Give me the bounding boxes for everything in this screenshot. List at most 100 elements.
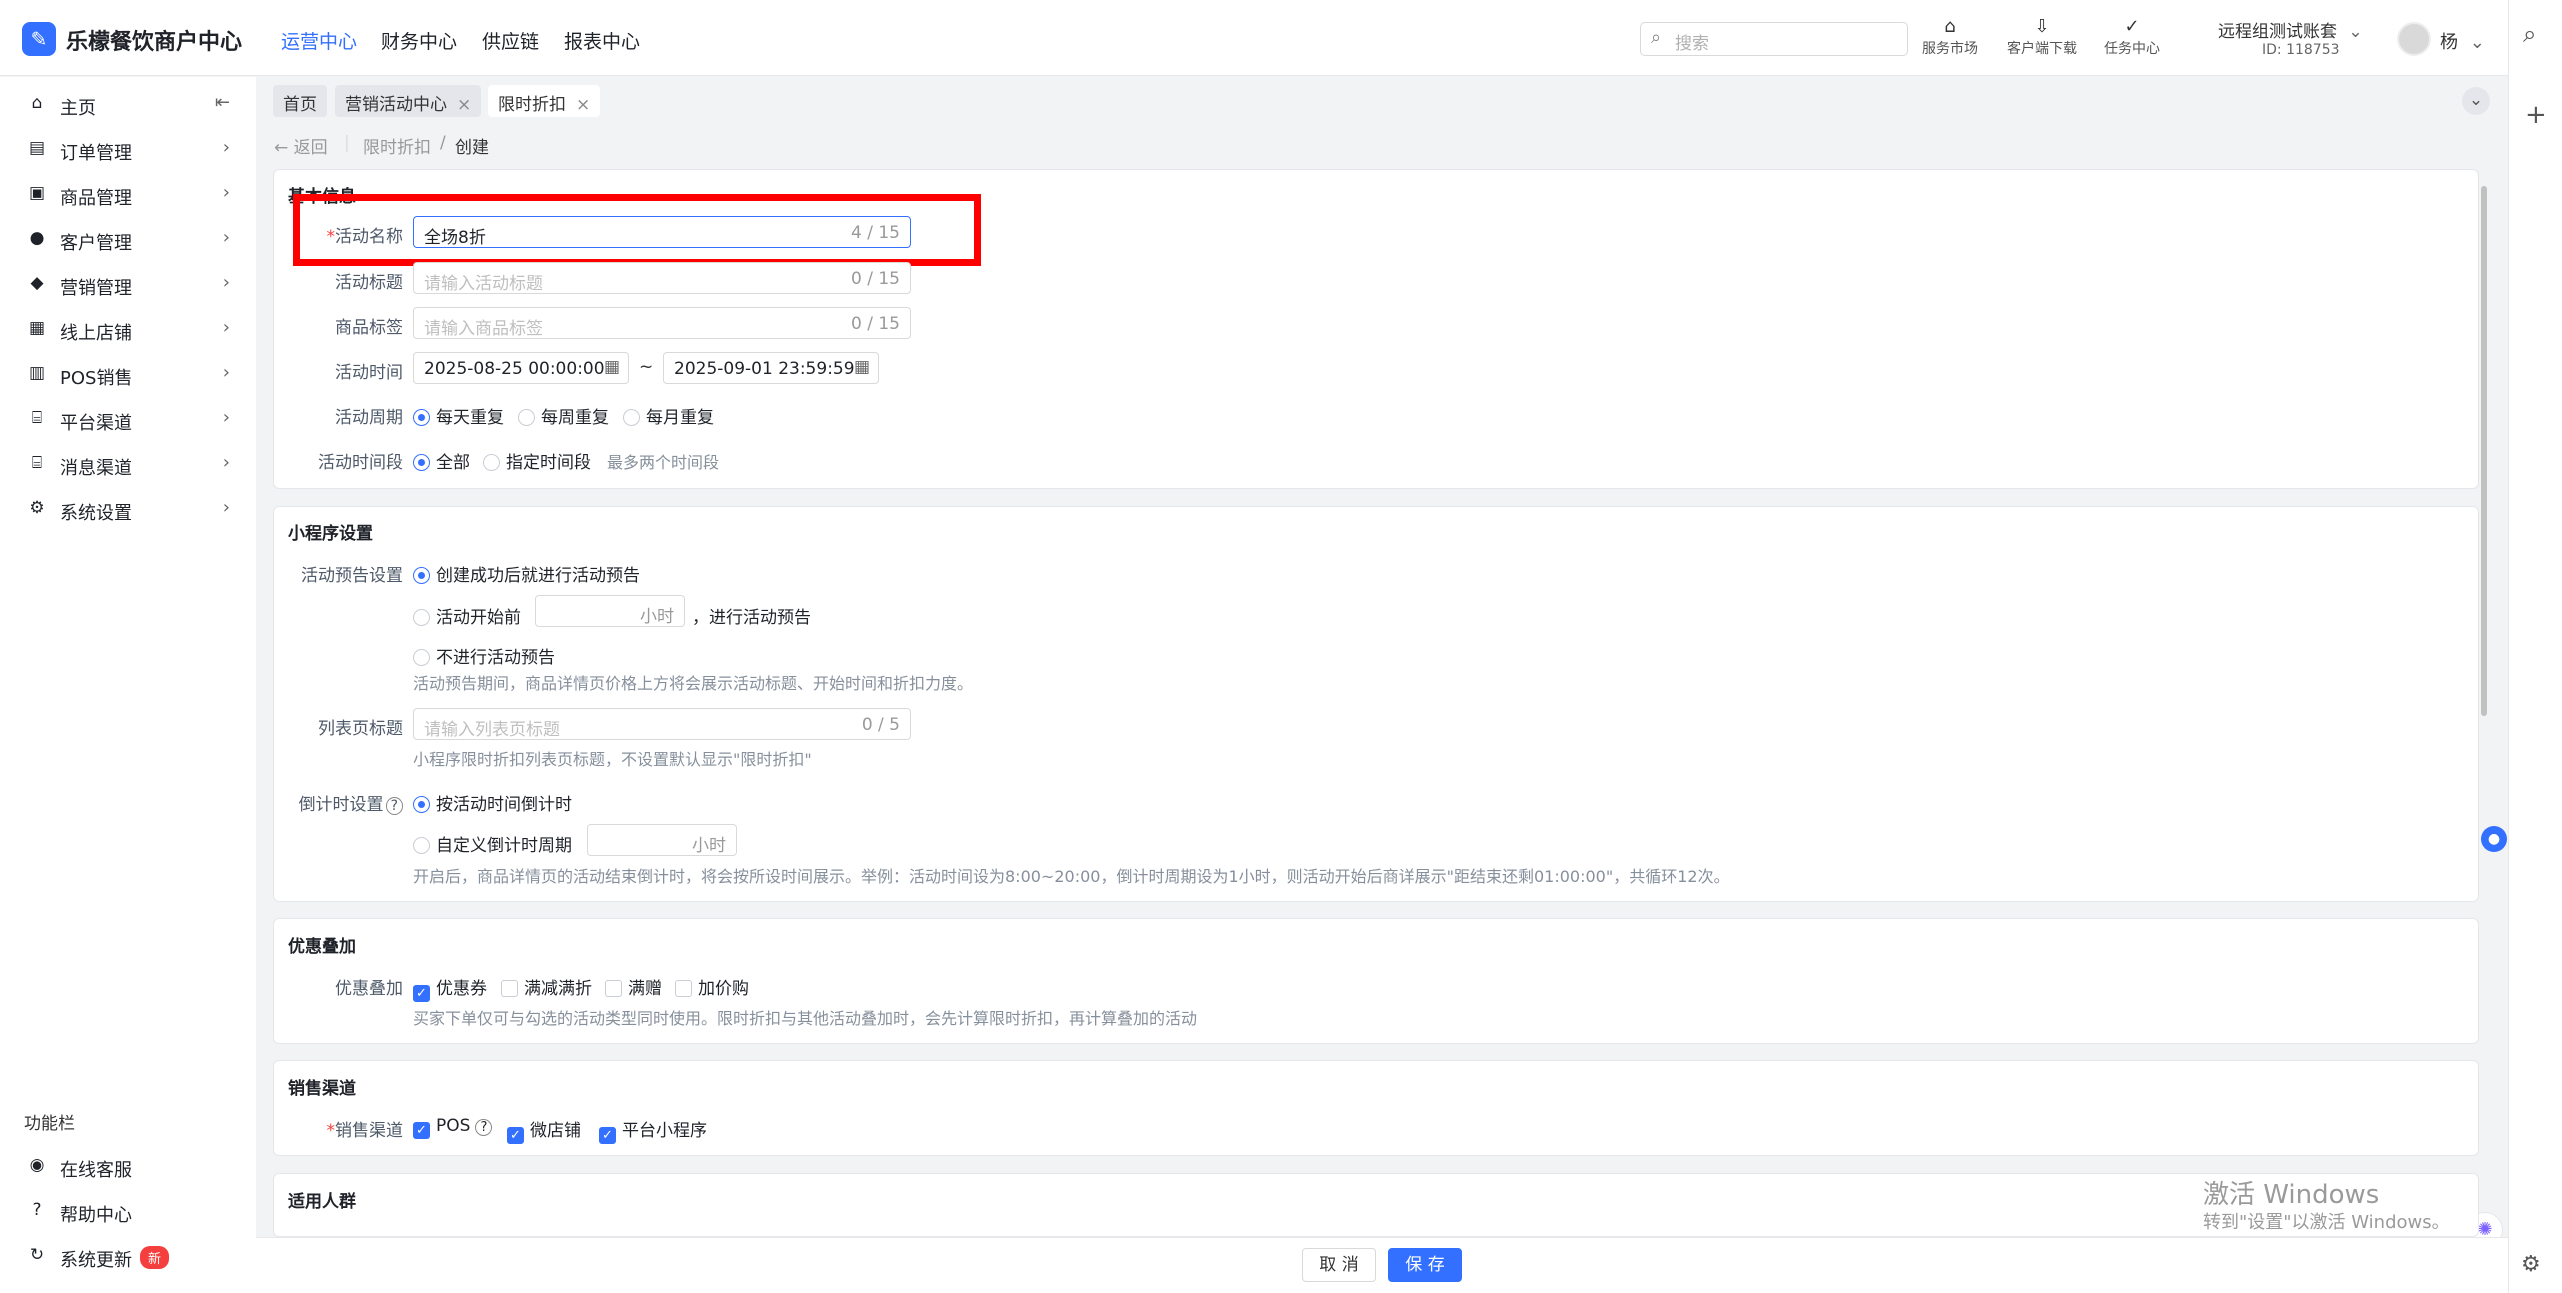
preview-hours-input[interactable]: 小时 [535, 595, 685, 627]
input-placeholder: 请输入列表页标题 [424, 720, 560, 740]
section-title: 销售渠道 [288, 1079, 356, 1099]
question-icon[interactable]: ? [385, 797, 403, 815]
activation-watermark-text: 转到"设置"以激活 Windows。 [2203, 1212, 2450, 1233]
section-title: 适用人群 [288, 1192, 356, 1212]
nav-supply-chain[interactable]: 供应链 [482, 27, 539, 54]
countdown-by-time-radio[interactable]: 按活动时间倒计时 [413, 790, 572, 815]
chevron-right-icon: › [222, 137, 230, 158]
search-input[interactable]: ⌕ 搜索 [1640, 22, 1908, 56]
sidebar-item-help-center[interactable]: ? 帮助中心 [26, 1194, 242, 1230]
close-icon[interactable]: × [576, 95, 590, 115]
channel-micro-store-checkbox[interactable]: ✓ 微店铺 [507, 1116, 581, 1144]
sidebar-item-products[interactable]: ▣ 商品管理 › [26, 177, 242, 213]
customer-icon: ● [29, 228, 45, 248]
countdown-hint: 开启后，商品详情页的活动结束倒计时，将会按所设时间展示。举例：活动时间设为8:0… [413, 867, 1730, 886]
pos-icon: ▥ [28, 363, 46, 383]
stack-full-reduction-checkbox[interactable]: 满减满折 [501, 974, 592, 999]
input-value: 2025-08-25 00:00:00 [424, 359, 605, 379]
search-icon[interactable]: ⌕ [2523, 20, 2536, 48]
sidebar-item-label: 系统设置 [60, 503, 132, 524]
market-icon: ⌂ [1944, 16, 1956, 37]
headset-icon: ◉ [29, 1155, 45, 1175]
tab-flash-discount[interactable]: 限时折扣 × [488, 85, 601, 117]
stack-gift-checkbox[interactable]: 满赠 [605, 974, 662, 999]
sidebar-item-message[interactable]: ⌸ 消息渠道 › [26, 447, 242, 483]
back-link[interactable]: ← 返回 [274, 133, 328, 158]
sidebar-item-marketing[interactable]: ◆ 营销管理 › [26, 267, 242, 303]
start-time-picker[interactable]: 2025-08-25 00:00:00 ▦ [413, 352, 629, 384]
end-time-picker[interactable]: 2025-09-01 23:59:59 ▦ [663, 352, 879, 384]
scrollbar[interactable] [2481, 186, 2487, 716]
account-switcher[interactable]: 远程组测试账套 ⌄ [2218, 17, 2363, 42]
sidebar-item-system-update[interactable]: ↻ 系统更新 新 [26, 1239, 242, 1275]
cycle-monthly-radio[interactable]: 每月重复 [623, 403, 714, 428]
option-label: 平台小程序 [622, 1121, 707, 1141]
user-menu[interactable]: 杨 ⌄ [2440, 28, 2485, 54]
period-all-radio[interactable]: 全部 [413, 448, 470, 473]
sidebar-item-pos[interactable]: ▥ POS销售 › [26, 357, 242, 393]
list-title-input[interactable]: 请输入列表页标题 0 / 5 [413, 708, 911, 740]
cycle-daily-radio[interactable]: 每天重复 [413, 403, 504, 428]
activity-title-input[interactable]: 请输入活动标题 0 / 15 [413, 262, 911, 294]
preview-on-create-radio[interactable]: 创建成功后就进行活动预告 [413, 561, 640, 586]
arrow-left-icon: ← [274, 138, 289, 158]
sidebar-item-label: 商品管理 [60, 188, 132, 209]
option-label: 按活动时间倒计时 [436, 795, 572, 815]
preview-before-start-radio[interactable]: 活动开始前 [413, 603, 521, 628]
audience-card: 适用人群 [273, 1173, 2479, 1237]
save-button[interactable]: 保 存 [1388, 1248, 1462, 1282]
countdown-custom-radio[interactable]: 自定义倒计时周期 [413, 831, 572, 856]
close-icon[interactable]: × [457, 95, 471, 115]
channel-mini-program-checkbox[interactable]: ✓ 平台小程序 [599, 1116, 707, 1144]
sidebar-item-label: 平台渠道 [60, 413, 132, 434]
period-specified-radio[interactable]: 指定时间段 [483, 448, 591, 473]
task-center-label: 任务中心 [2104, 41, 2160, 57]
option-label: 自定义倒计时周期 [436, 836, 572, 856]
sidebar-item-online-support[interactable]: ◉ 在线客服 [26, 1149, 242, 1185]
sidebar-item-platform[interactable]: ⌸ 平台渠道 › [26, 402, 242, 438]
back-label: 返回 [293, 138, 328, 158]
tabs-more-chevron-icon[interactable]: ⌄ [2462, 87, 2490, 115]
channel-pos-checkbox[interactable]: ✓ POS? [413, 1116, 493, 1139]
product-icon: ▣ [28, 183, 46, 203]
question-icon[interactable]: ? [475, 1119, 493, 1136]
collapse-sidebar-icon[interactable]: ⇤ [215, 92, 230, 113]
option-label: 指定时间段 [506, 453, 591, 473]
sidebar-item-orders[interactable]: ▤ 订单管理 › [26, 132, 242, 168]
service-market-button[interactable]: ⌂ 服务市场 [1922, 16, 1978, 58]
breadcrumb-parent[interactable]: 限时折扣 [363, 133, 431, 158]
add-icon[interactable]: + [2525, 100, 2547, 130]
product-tag-input[interactable]: 请输入商品标签 0 / 15 [413, 307, 911, 339]
avatar[interactable] [2397, 22, 2431, 56]
no-preview-radio[interactable]: 不进行活动预告 [413, 643, 555, 668]
top-header: ✎ 乐檬餐饮商户中心 运营中心 财务中心 供应链 报表中心 ⌕ 搜索 ⌂ 服务市… [0, 0, 2508, 76]
tab-marketing-center[interactable]: 营销活动中心 × [335, 85, 482, 117]
order-icon: ▤ [28, 138, 46, 158]
period-hint: 最多两个时间段 [607, 453, 720, 472]
sidebar-item-customers[interactable]: ● 客户管理 › [26, 222, 242, 258]
logo-icon: ✎ [22, 22, 56, 56]
stack-add-on-checkbox[interactable]: 加价购 [675, 974, 749, 999]
sidebar-item-home[interactable]: ⌂ 主页 ⇤ [26, 87, 242, 123]
option-label: 每月重复 [646, 408, 714, 428]
chat-bubble-icon[interactable]: ● [2481, 826, 2507, 852]
sidebar-item-settings[interactable]: ⚙ 系统设置 › [26, 492, 242, 528]
cancel-button[interactable]: 取 消 [1302, 1248, 1376, 1282]
option-label: 全部 [436, 453, 470, 473]
nav-report-center[interactable]: 报表中心 [564, 27, 640, 54]
product-tag-label: 商品标签 [335, 318, 403, 338]
chevron-right-icon: › [222, 362, 230, 383]
nav-finance-center[interactable]: 财务中心 [381, 27, 457, 54]
calendar-icon: ▦ [603, 357, 620, 377]
cycle-weekly-radio[interactable]: 每周重复 [518, 403, 609, 428]
countdown-hours-input[interactable]: 小时 [587, 824, 737, 856]
stack-coupon-checkbox[interactable]: ✓ 优惠券 [413, 974, 487, 1002]
app-name: 乐檬餐饮商户中心 [66, 30, 243, 55]
option-label: 满赠 [628, 979, 662, 999]
nav-ops-center[interactable]: 运营中心 [281, 27, 357, 54]
client-download-button[interactable]: ⇩ 客户端下载 [2007, 16, 2077, 58]
tab-home[interactable]: 首页 [273, 85, 327, 117]
task-center-button[interactable]: ✓ 任务中心 [2104, 16, 2160, 58]
gear-icon[interactable]: ⚙ [2521, 1252, 2541, 1277]
sidebar-item-online-store[interactable]: ▦ 线上店铺 › [26, 312, 242, 348]
